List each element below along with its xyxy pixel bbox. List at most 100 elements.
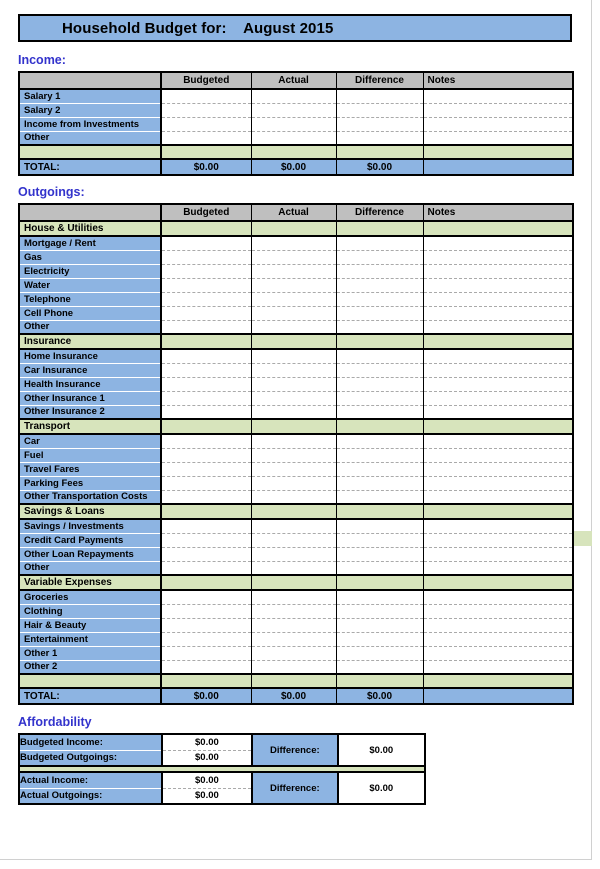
table-row[interactable]: Clothing xyxy=(19,604,573,619)
income-budgeted-cell[interactable] xyxy=(161,117,252,132)
outgoings-budgeted-cell[interactable] xyxy=(161,320,252,334)
table-row[interactable]: Electricity xyxy=(19,264,573,279)
outgoings-notes-cell[interactable] xyxy=(423,264,573,279)
outgoings-budgeted-cell[interactable] xyxy=(161,377,252,392)
table-row[interactable]: Other 2 xyxy=(19,660,573,674)
income-actual-cell[interactable] xyxy=(251,131,337,145)
income-notes-cell[interactable] xyxy=(423,103,573,118)
outgoings-notes-cell[interactable] xyxy=(423,448,573,463)
table-row[interactable]: Health Insurance xyxy=(19,377,573,392)
outgoings-budgeted-cell[interactable] xyxy=(161,604,252,619)
outgoings-notes-cell[interactable] xyxy=(423,590,573,605)
outgoings-actual-cell[interactable] xyxy=(251,604,337,619)
income-notes-cell[interactable] xyxy=(423,89,573,104)
table-row[interactable]: Car xyxy=(19,434,573,449)
outgoings-budgeted-cell[interactable] xyxy=(161,490,252,504)
outgoings-notes-cell[interactable] xyxy=(423,391,573,406)
outgoings-actual-cell[interactable] xyxy=(251,646,337,661)
budgeted-income-row[interactable]: Budgeted Income: $0.00 Difference: $0.00 xyxy=(19,734,425,766)
outgoings-notes-cell[interactable] xyxy=(423,547,573,562)
outgoings-budgeted-cell[interactable] xyxy=(161,434,252,449)
table-row[interactable]: Telephone xyxy=(19,292,573,307)
table-row[interactable]: Other Insurance 2 xyxy=(19,405,573,419)
income-notes-cell[interactable] xyxy=(423,117,573,132)
outgoings-actual-cell[interactable] xyxy=(251,236,337,251)
outgoings-actual-cell[interactable] xyxy=(251,377,337,392)
table-row[interactable]: Income from Investments xyxy=(19,117,573,132)
income-actual-cell[interactable] xyxy=(251,117,337,132)
outgoings-actual-cell[interactable] xyxy=(251,391,337,406)
table-row[interactable]: Other xyxy=(19,320,573,334)
outgoings-budgeted-cell[interactable] xyxy=(161,646,252,661)
table-row[interactable]: Cell Phone xyxy=(19,306,573,321)
table-row[interactable]: Credit Card Payments xyxy=(19,533,573,548)
outgoings-notes-cell[interactable] xyxy=(423,377,573,392)
outgoings-budgeted-cell[interactable] xyxy=(161,264,252,279)
table-row[interactable]: Water xyxy=(19,278,573,293)
outgoings-notes-cell[interactable] xyxy=(423,306,573,321)
outgoings-notes-cell[interactable] xyxy=(423,405,573,419)
outgoings-actual-cell[interactable] xyxy=(251,448,337,463)
outgoings-notes-cell[interactable] xyxy=(423,618,573,633)
table-row[interactable]: Fuel xyxy=(19,448,573,463)
outgoings-notes-cell[interactable] xyxy=(423,250,573,265)
outgoings-notes-cell[interactable] xyxy=(423,349,573,364)
outgoings-notes-cell[interactable] xyxy=(423,236,573,251)
outgoings-budgeted-cell[interactable] xyxy=(161,632,252,647)
income-notes-cell[interactable] xyxy=(423,131,573,145)
income-budgeted-cell[interactable] xyxy=(161,131,252,145)
outgoings-budgeted-cell[interactable] xyxy=(161,292,252,307)
outgoings-actual-cell[interactable] xyxy=(251,590,337,605)
outgoings-budgeted-cell[interactable] xyxy=(161,533,252,548)
outgoings-actual-cell[interactable] xyxy=(251,264,337,279)
table-row[interactable]: Home Insurance xyxy=(19,349,573,364)
outgoings-notes-cell[interactable] xyxy=(423,278,573,293)
outgoings-actual-cell[interactable] xyxy=(251,363,337,378)
outgoings-notes-cell[interactable] xyxy=(423,604,573,619)
outgoings-actual-cell[interactable] xyxy=(251,278,337,293)
income-budgeted-cell[interactable] xyxy=(161,103,252,118)
income-actual-cell[interactable] xyxy=(251,89,337,104)
outgoings-actual-cell[interactable] xyxy=(251,533,337,548)
outgoings-notes-cell[interactable] xyxy=(423,632,573,647)
outgoings-budgeted-cell[interactable] xyxy=(161,250,252,265)
table-row[interactable]: Groceries xyxy=(19,590,573,605)
table-row[interactable]: Car Insurance xyxy=(19,363,573,378)
table-row[interactable]: Parking Fees xyxy=(19,476,573,491)
table-row[interactable]: Other xyxy=(19,131,573,145)
outgoings-budgeted-cell[interactable] xyxy=(161,363,252,378)
outgoings-actual-cell[interactable] xyxy=(251,490,337,504)
outgoings-budgeted-cell[interactable] xyxy=(161,618,252,633)
outgoings-actual-cell[interactable] xyxy=(251,519,337,534)
outgoings-budgeted-cell[interactable] xyxy=(161,590,252,605)
table-row[interactable]: Salary 2 xyxy=(19,103,573,118)
income-budgeted-cell[interactable] xyxy=(161,89,252,104)
outgoings-notes-cell[interactable] xyxy=(423,660,573,674)
outgoings-actual-cell[interactable] xyxy=(251,618,337,633)
outgoings-notes-cell[interactable] xyxy=(423,646,573,661)
outgoings-actual-cell[interactable] xyxy=(251,306,337,321)
outgoings-actual-cell[interactable] xyxy=(251,405,337,419)
outgoings-notes-cell[interactable] xyxy=(423,292,573,307)
outgoings-notes-cell[interactable] xyxy=(423,363,573,378)
outgoings-notes-cell[interactable] xyxy=(423,490,573,504)
table-row[interactable]: Other Loan Repayments xyxy=(19,547,573,562)
table-row[interactable]: Entertainment xyxy=(19,632,573,647)
table-row[interactable]: Other 1 xyxy=(19,646,573,661)
outgoings-budgeted-cell[interactable] xyxy=(161,660,252,674)
outgoings-budgeted-cell[interactable] xyxy=(161,476,252,491)
outgoings-budgeted-cell[interactable] xyxy=(161,236,252,251)
table-row[interactable]: Other Insurance 1 xyxy=(19,391,573,406)
outgoings-actual-cell[interactable] xyxy=(251,462,337,477)
outgoings-actual-cell[interactable] xyxy=(251,434,337,449)
outgoings-actual-cell[interactable] xyxy=(251,660,337,674)
outgoings-actual-cell[interactable] xyxy=(251,476,337,491)
outgoings-actual-cell[interactable] xyxy=(251,320,337,334)
outgoings-actual-cell[interactable] xyxy=(251,250,337,265)
outgoings-actual-cell[interactable] xyxy=(251,349,337,364)
table-row[interactable]: Travel Fares xyxy=(19,462,573,477)
outgoings-budgeted-cell[interactable] xyxy=(161,462,252,477)
outgoings-notes-cell[interactable] xyxy=(423,476,573,491)
outgoings-notes-cell[interactable] xyxy=(423,533,573,548)
table-row[interactable]: Salary 1 xyxy=(19,89,573,104)
